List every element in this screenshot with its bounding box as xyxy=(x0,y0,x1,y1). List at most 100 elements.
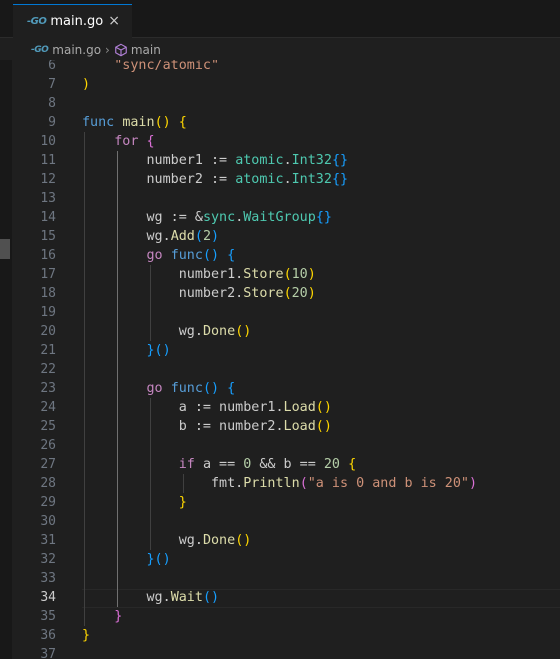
code-line[interactable]: 18 number2.Store(20) xyxy=(0,284,560,303)
code-token: ) xyxy=(82,77,91,92)
code-line[interactable]: 14 wg := &sync.WaitGroup{} xyxy=(0,208,560,227)
code-line[interactable]: 6 "sync/atomic" xyxy=(0,60,560,75)
code-token: Store xyxy=(243,286,284,301)
code-line[interactable]: 30 xyxy=(0,512,560,531)
code-text: number1.Store(10) xyxy=(82,265,316,284)
code-line[interactable]: 24 a := number1.Load() xyxy=(0,398,560,417)
code-token: { xyxy=(227,381,236,396)
close-icon[interactable]: × xyxy=(108,13,120,29)
code-line[interactable]: 35 } xyxy=(0,607,560,626)
code-text: ) xyxy=(82,75,90,94)
code-text: go func() { xyxy=(82,246,236,265)
code-editor[interactable]: 6 "sync/atomic" 7) 8 9 func main() {10 for {… xyxy=(0,60,560,659)
go-file-icon: -GO xyxy=(27,16,47,27)
line-number: 26 xyxy=(40,438,56,453)
tab-main-go[interactable]: -GO main.go × xyxy=(13,4,132,38)
code-line[interactable]: 27 if a == 0 && b == 20 { xyxy=(0,455,560,474)
code-token: number2 := xyxy=(82,172,236,187)
code-text: } xyxy=(82,493,187,512)
code-line[interactable]: 21 }() xyxy=(0,341,560,360)
code-line[interactable]: 10 for { xyxy=(0,132,560,151)
code-token: ( xyxy=(194,229,203,244)
code-line[interactable]: 19 xyxy=(0,303,560,322)
code-token: number1 := xyxy=(82,153,236,168)
code-token: b := number2. xyxy=(82,419,284,434)
code-text: wg.Add(2) xyxy=(82,227,219,246)
code-line[interactable]: 20 wg.Done() xyxy=(0,322,560,341)
code-token: Int32 xyxy=(291,172,332,187)
line-number: 10 xyxy=(40,134,56,149)
symbol-method-icon xyxy=(114,43,128,57)
code-token: func xyxy=(170,248,203,263)
code-token: ( xyxy=(283,286,292,301)
code-token: wg. xyxy=(82,533,203,548)
code-line[interactable]: 16 go func() { xyxy=(0,246,560,265)
code-token: } xyxy=(82,628,91,643)
code-text: "sync/atomic" xyxy=(82,60,219,75)
code-token: fmt. xyxy=(82,476,244,491)
code-token: }() xyxy=(146,552,171,567)
line-number: 30 xyxy=(40,514,56,529)
code-line[interactable]: 31 wg.Done() xyxy=(0,531,560,550)
code-token: main xyxy=(122,115,155,130)
code-line[interactable]: 15 wg.Add(2) xyxy=(0,227,560,246)
tab-bar: -GO main.go × xyxy=(0,0,560,38)
code-line[interactable]: 28 fmt.Println("a is 0 and b is 20") xyxy=(0,474,560,493)
code-line[interactable]: 13 xyxy=(0,189,560,208)
code-token: {} xyxy=(331,172,349,187)
code-text: b := number2.Load() xyxy=(82,417,332,436)
code-token: ) xyxy=(307,286,316,301)
line-number: 22 xyxy=(40,362,56,377)
code-text: wg.Done() xyxy=(82,322,252,341)
code-line[interactable]: 11 number1 := atomic.Int32{} xyxy=(0,151,560,170)
code-line[interactable]: 8 xyxy=(0,94,560,113)
line-number: 31 xyxy=(40,533,56,548)
code-token: wg. xyxy=(82,229,171,244)
line-number: 13 xyxy=(40,191,56,206)
line-number: 37 xyxy=(40,647,56,659)
go-file-icon: -GO xyxy=(31,45,49,55)
code-token: wg. xyxy=(82,590,171,605)
line-number: 20 xyxy=(40,324,56,339)
code-line[interactable]: 37 xyxy=(0,645,560,659)
code-line[interactable]: 22 xyxy=(0,360,560,379)
code-token: go xyxy=(146,248,171,263)
code-line[interactable]: 23 go func() { xyxy=(0,379,560,398)
breadcrumb-symbol[interactable]: main xyxy=(131,43,161,57)
code-token: ( xyxy=(283,267,292,282)
breadcrumb-file[interactable]: main.go xyxy=(52,43,101,57)
breadcrumb: -GO main.go › main xyxy=(0,39,560,61)
code-line[interactable]: 36} xyxy=(0,626,560,645)
code-line[interactable]: 33 xyxy=(0,569,560,588)
code-token: func xyxy=(170,381,203,396)
code-line[interactable]: 34 wg.Wait() xyxy=(0,588,560,607)
code-line[interactable]: 7) xyxy=(0,75,560,94)
code-token: 20 xyxy=(323,457,340,472)
code-line[interactable]: 29 } xyxy=(0,493,560,512)
code-line[interactable]: 12 number2 := atomic.Int32{} xyxy=(0,170,560,189)
code-line[interactable]: 32 }() xyxy=(0,550,560,569)
code-text: }() xyxy=(82,341,171,360)
code-text: } xyxy=(82,607,122,626)
code-line[interactable]: 26 xyxy=(0,436,560,455)
code-text: } xyxy=(82,626,90,645)
code-token: if xyxy=(178,457,203,472)
code-text: func main() { xyxy=(82,113,187,132)
code-token: atomic xyxy=(235,172,284,187)
code-token: Store xyxy=(243,267,284,282)
code-token: for xyxy=(114,134,147,149)
code-token: go xyxy=(146,381,171,396)
code-line[interactable]: 9 func main() { xyxy=(0,113,560,132)
code-line[interactable]: 25 b := number2.Load() xyxy=(0,417,560,436)
line-number: 28 xyxy=(40,476,56,491)
code-token: { xyxy=(348,457,357,472)
code-line[interactable]: 17 number1.Store(10) xyxy=(0,265,560,284)
code-text: wg := &sync.WaitGroup{} xyxy=(82,208,331,227)
code-token: { xyxy=(178,115,187,130)
code-token: } xyxy=(114,609,123,624)
code-token: number1. xyxy=(82,267,244,282)
